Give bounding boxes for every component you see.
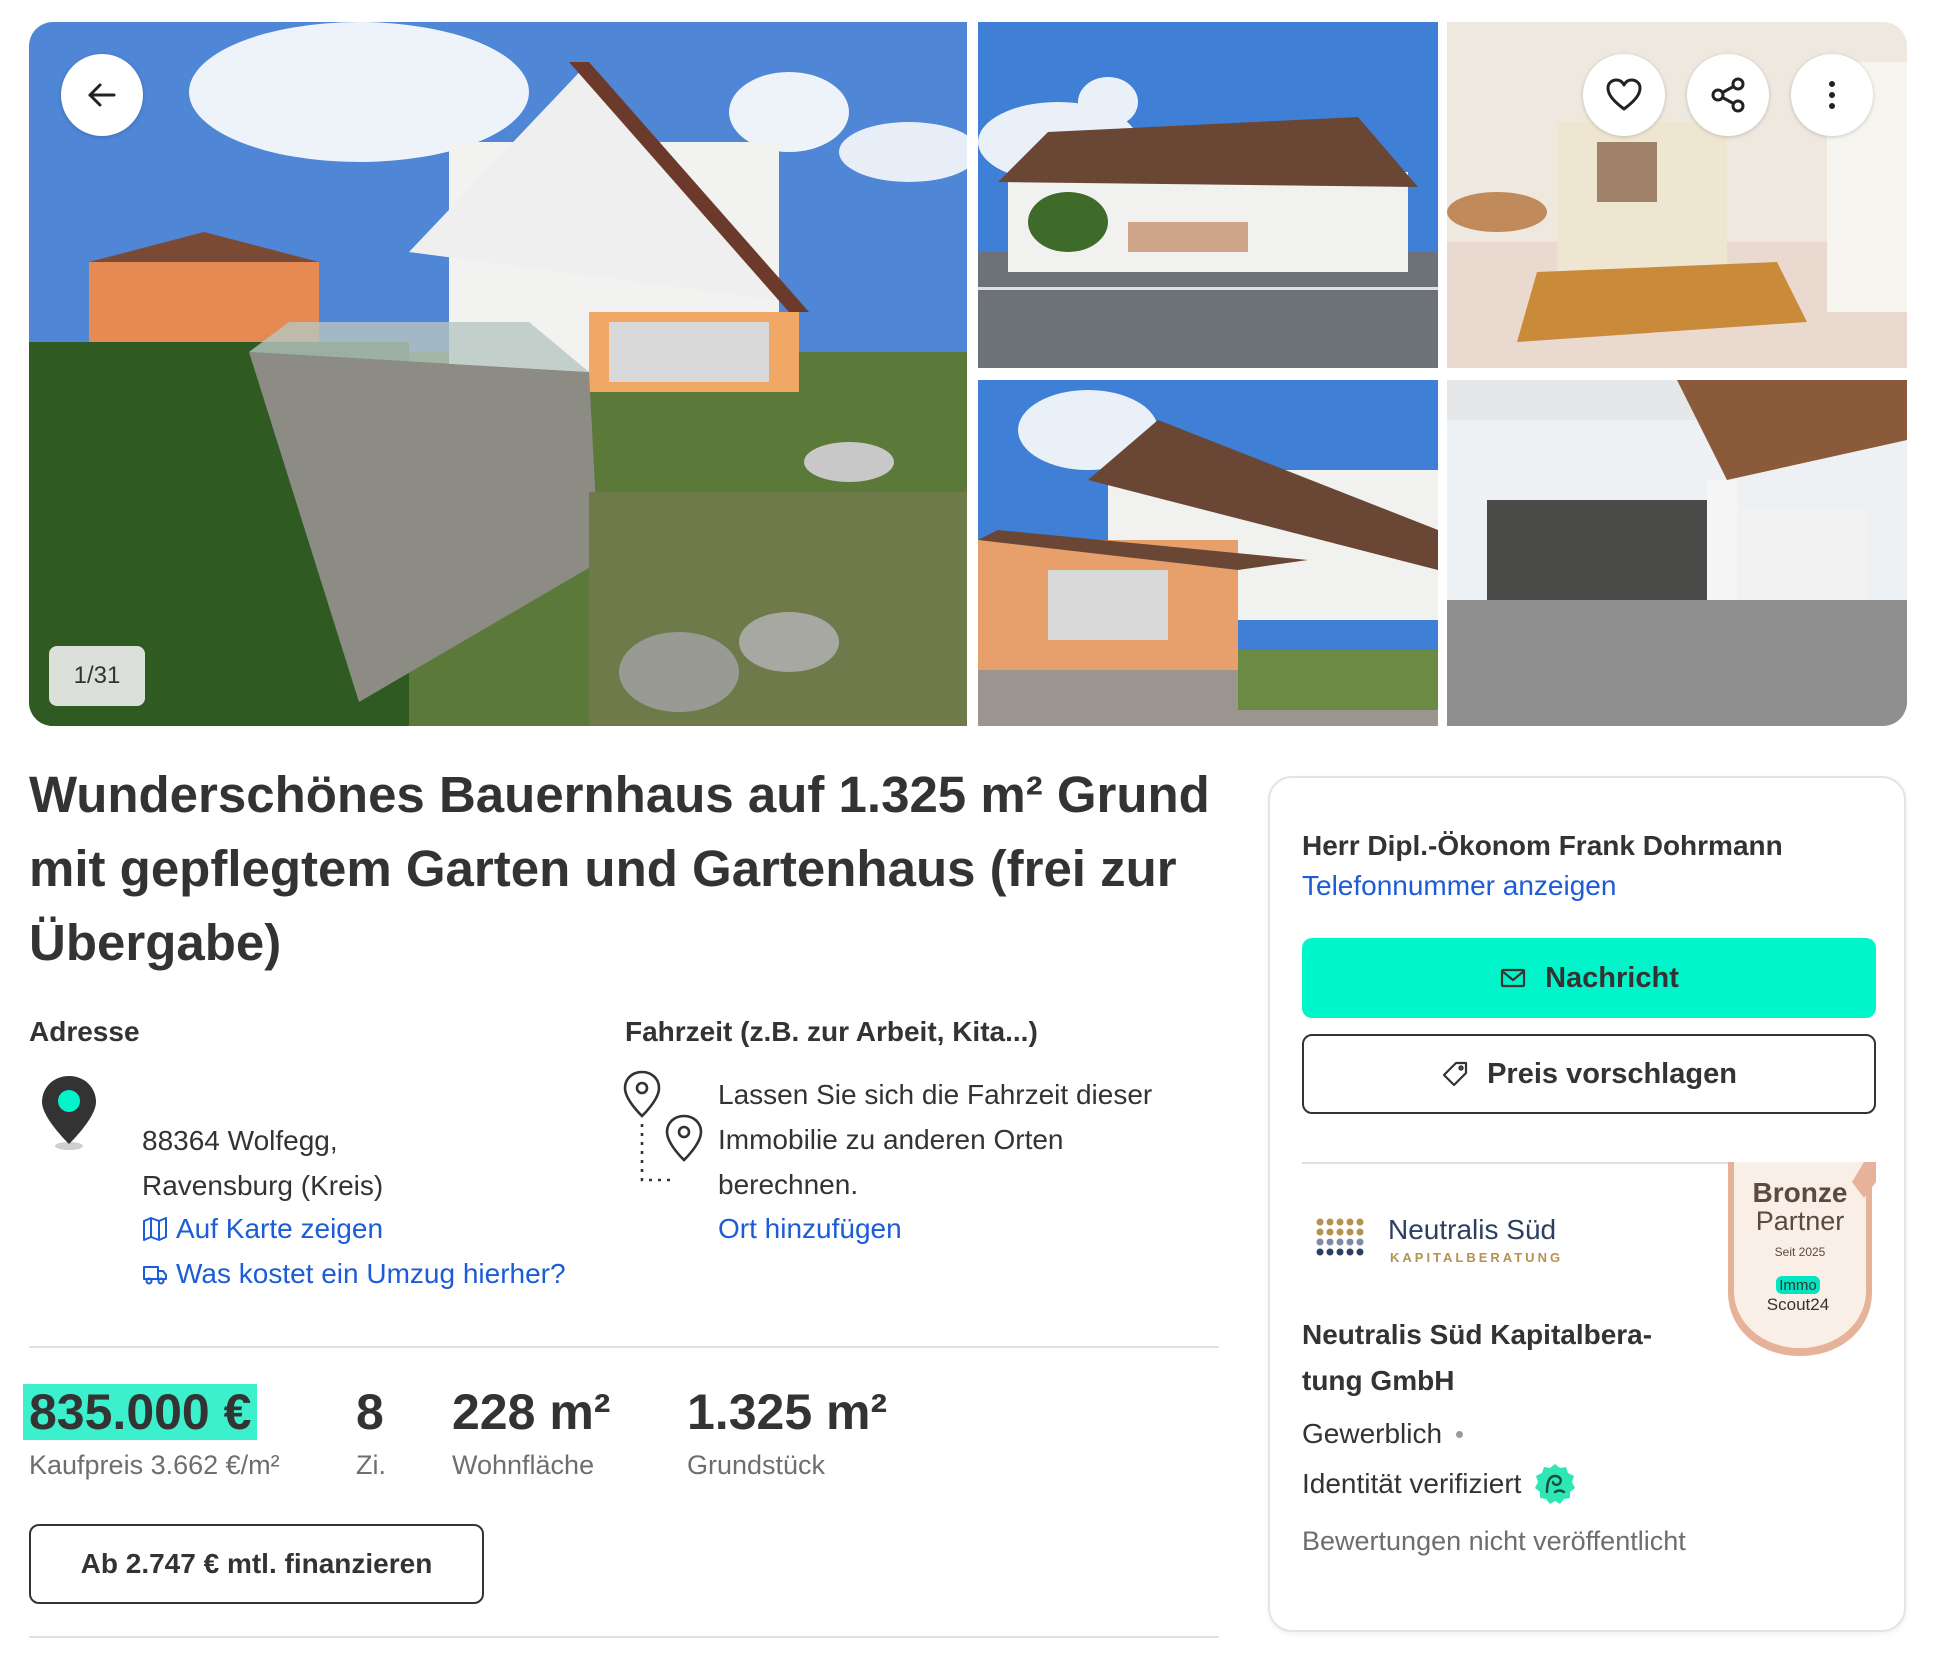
section-divider xyxy=(29,1636,1219,1638)
ratings-status: Bewertungen nicht veröffentlicht xyxy=(1302,1526,1686,1556)
back-button[interactable] xyxy=(61,54,143,136)
verified-badge-icon xyxy=(1535,1464,1576,1504)
photo-house-side[interactable] xyxy=(978,380,1438,726)
fact-living-area: 228 m² Wohnfläche xyxy=(452,1380,610,1481)
more-options-button[interactable] xyxy=(1791,54,1873,136)
identity-verified: Identität verifiziert xyxy=(1302,1462,1577,1506)
show-on-map-label: Auf Karte zeigen xyxy=(176,1213,384,1244)
badge-line2: Partner xyxy=(1756,1206,1845,1236)
ride-time-description: Lassen Sie sich die Fahrzeit dieser Immo… xyxy=(718,1079,1153,1200)
map-icon xyxy=(143,1216,167,1241)
location-pin-icon xyxy=(42,1076,96,1150)
section-divider xyxy=(29,1346,1219,1348)
listing-title: Wunderschönes Bauernhaus auf 1.325 m² Gr… xyxy=(29,766,1210,971)
photo-house-street[interactable] xyxy=(978,22,1438,368)
show-on-map-link[interactable]: Auf Karte zeigen xyxy=(142,1206,383,1251)
moving-cost-link[interactable]: Was kostet ein Umzug hierher? xyxy=(142,1251,566,1296)
add-location-link[interactable]: Ort hinzufügen xyxy=(718,1206,902,1251)
badge-line1: Bronze xyxy=(1753,1177,1848,1208)
badge-brand1: Immo xyxy=(1779,1277,1817,1294)
favorite-button[interactable] xyxy=(1583,54,1665,136)
company-name: Neutralis Süd Kapitalbera-tung GmbH xyxy=(1302,1319,1653,1396)
fact-price: 835.000 € Kaufpreis 3.662 €/m² xyxy=(23,1380,280,1481)
address-label: Adresse xyxy=(29,1016,140,1047)
agent-name: Herr Dipl.-Ökonom Frank Dohrmann xyxy=(1302,830,1783,861)
photo-gallery: 1/31 xyxy=(29,22,1907,726)
share-button[interactable] xyxy=(1687,54,1769,136)
logo-subtitle: KAPITALBERATUNG xyxy=(1390,1250,1563,1265)
financing-button[interactable]: Ab 2.747 € mtl. finanzieren xyxy=(29,1524,484,1604)
price-label: Kaufpreis 3.662 €/m² xyxy=(29,1450,280,1480)
separator-dot xyxy=(1456,1430,1464,1438)
share-icon xyxy=(1711,77,1745,113)
badge-since: Seit 2025 xyxy=(1775,1245,1826,1259)
bronze-partner-badge: Bronze Partner Seit 2025 Immo Scout24 xyxy=(1728,1162,1876,1356)
tag-icon xyxy=(1442,1061,1468,1087)
photo-carport-garage[interactable] xyxy=(1447,380,1907,726)
main-photo-farmhouse-garden[interactable] xyxy=(29,22,967,726)
contact-card: Herr Dipl.-Ökonom Frank Dohrmann Telefon… xyxy=(1268,776,1906,1632)
arrow-left-icon xyxy=(88,83,116,107)
message-button-label: Nachricht xyxy=(1545,961,1679,994)
address-line-1: 88364 Wolfegg, xyxy=(142,1125,338,1156)
company-logo: Neutralis Süd KAPITALBERATUNG xyxy=(1316,1214,1563,1265)
living-area-value: 228 m² xyxy=(452,1384,611,1440)
show-phone-link[interactable]: Telefonnummer anzeigen xyxy=(1302,870,1616,902)
fact-rooms: 8 Zi. xyxy=(356,1380,386,1481)
identity-verified-label: Identität verifiziert xyxy=(1302,1468,1522,1499)
address-text: 88364 Wolfegg, Ravensburg (Kreis) xyxy=(142,1118,383,1208)
suggest-price-button[interactable]: Preis vorschlagen xyxy=(1302,1034,1876,1114)
fact-plot-area: 1.325 m² Grundstück xyxy=(687,1380,887,1481)
company-type-label: Gewerblich xyxy=(1302,1418,1443,1449)
heart-icon xyxy=(1606,78,1642,111)
suggest-price-label: Preis vorschlagen xyxy=(1487,1057,1737,1090)
rooms-value: 8 xyxy=(356,1384,384,1440)
truck-icon xyxy=(143,1265,167,1284)
living-area-label: Wohnfläche xyxy=(452,1450,595,1480)
plot-area-label: Grundstück xyxy=(687,1450,826,1480)
company-type: Gewerblich xyxy=(1302,1418,1464,1450)
logo-name: Neutralis Süd xyxy=(1388,1214,1556,1245)
price-value: 835.000 € xyxy=(23,1384,258,1440)
photo-counter: 1/31 xyxy=(49,646,145,706)
ride-time-label: Fahrzeit (z.B. zur Arbeit, Kita...) xyxy=(625,1016,1038,1047)
rooms-label: Zi. xyxy=(356,1450,386,1480)
address-line-2: Ravensburg (Kreis) xyxy=(142,1170,384,1201)
badge-brand2: Scout24 xyxy=(1767,1295,1829,1314)
mail-icon xyxy=(1501,968,1526,988)
more-vertical-icon xyxy=(1829,81,1835,109)
route-icon xyxy=(623,1070,703,1182)
message-button[interactable]: Nachricht xyxy=(1302,938,1876,1018)
plot-area-value: 1.325 m² xyxy=(687,1384,888,1440)
moving-cost-label: Was kostet ein Umzug hierher? xyxy=(176,1258,566,1289)
